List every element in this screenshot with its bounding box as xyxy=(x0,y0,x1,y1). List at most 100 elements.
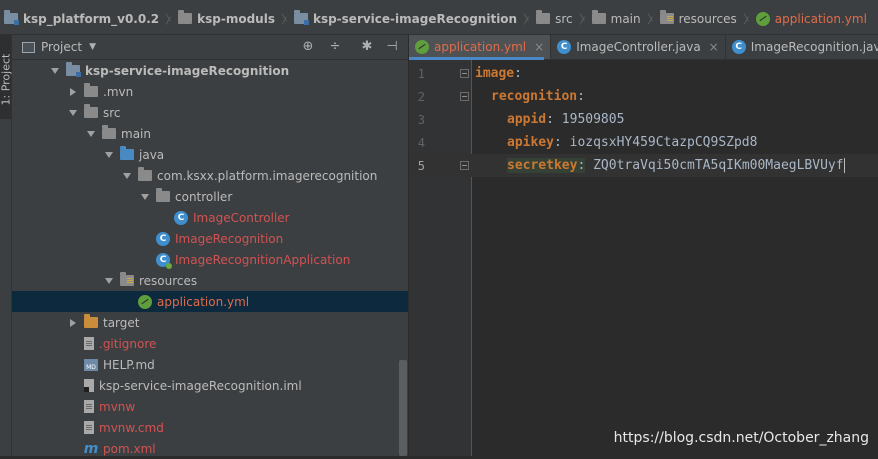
expand-arrow-icon[interactable] xyxy=(86,129,96,139)
tree-node[interactable]: ksp-service-imageRecognition.iml xyxy=(12,375,408,396)
yaml-key: recognition xyxy=(491,89,578,104)
breadcrumb-item[interactable]: ksp-service-imageRecognition xyxy=(292,3,521,34)
editor-tab[interactable]: application.yml × xyxy=(409,35,552,59)
editor-tab-label: application.yml xyxy=(434,40,527,54)
folder-icon xyxy=(178,10,193,24)
expand-arrow-icon[interactable] xyxy=(104,150,114,160)
breadcrumb-item[interactable]: application.yml xyxy=(754,3,871,34)
tree-node[interactable]: mvnw xyxy=(12,396,408,417)
code-text: appid: 19509805 xyxy=(507,112,624,127)
spring-yml-icon xyxy=(138,294,152,309)
tree-node-label: ImageController xyxy=(193,210,290,225)
editor-tab[interactable]: C ImageRecognition.java xyxy=(726,35,878,59)
tree-node[interactable]: application.yml xyxy=(12,291,408,312)
expand-arrow-icon[interactable] xyxy=(104,276,114,286)
breadcrumb-item[interactable]: main xyxy=(590,3,645,34)
tree-node-label: controller xyxy=(175,189,233,204)
project-icon xyxy=(22,41,35,53)
tree-node-label: application.yml xyxy=(157,294,250,309)
fold-marker-icon[interactable] xyxy=(460,69,469,78)
project-tool-tab-label: 1: Project xyxy=(0,53,13,106)
close-icon[interactable]: × xyxy=(709,40,719,54)
tree-node[interactable]: ksp-service-imageRecognition xyxy=(12,60,408,81)
tree-node[interactable]: com.ksxx.platform.imagerecognition xyxy=(12,165,408,186)
breadcrumb-item[interactable]: resources xyxy=(658,3,741,34)
breadcrumb-label: ksp-moduls xyxy=(197,11,275,26)
breadcrumb-separator-icon xyxy=(743,3,752,34)
source-folder-icon xyxy=(120,146,134,160)
tree-node[interactable]: java xyxy=(12,144,408,165)
expand-arrow-icon[interactable] xyxy=(50,66,60,76)
tree-node[interactable]: main xyxy=(12,123,408,144)
line-number: 2 xyxy=(417,89,425,104)
yaml-separator: : xyxy=(514,66,522,81)
breadcrumb-item[interactable]: src xyxy=(534,3,577,34)
chevron-down-icon: ▼ xyxy=(89,42,96,52)
text-caret xyxy=(843,158,845,173)
code-text: recognition: xyxy=(491,89,585,104)
breadcrumb-item[interactable]: ksp-moduls xyxy=(176,3,279,34)
folder-icon xyxy=(536,10,551,24)
tree-node-label: ksp-service-imageRecognition.iml xyxy=(99,378,302,393)
folder-icon xyxy=(591,10,606,24)
module-folder-icon xyxy=(293,10,309,25)
tree-node[interactable]: .gitignore xyxy=(12,333,408,354)
class-icon: C xyxy=(731,40,746,54)
code-line: 3 appid: 19509805 xyxy=(409,108,878,131)
tree-node-label: main xyxy=(121,126,151,141)
expand-arrow-icon[interactable] xyxy=(122,171,132,181)
project-tool-tab[interactable]: 1: Project xyxy=(0,35,13,119)
project-panel: Project ▼ ⊕ ÷ ✱ ⊣ ksp-service-imageRecog… xyxy=(12,35,408,457)
line-number: 1 xyxy=(417,66,425,81)
breadcrumb-separator-icon xyxy=(647,3,656,34)
collapse-icon[interactable]: ÷ xyxy=(327,39,343,55)
tree-node-label: java xyxy=(139,147,165,162)
expand-arrow-icon[interactable] xyxy=(140,192,150,202)
line-number: 4 xyxy=(417,135,425,150)
project-panel-title: Project xyxy=(41,40,83,54)
editor-tab[interactable]: C ImageController.java × xyxy=(551,35,726,59)
collapsed-arrow-icon[interactable] xyxy=(68,87,78,97)
tree-node-label: ImageRecognitionApplication xyxy=(175,252,351,267)
folder-icon xyxy=(84,83,98,97)
tree-node[interactable]: C ImageRecognitionApplication xyxy=(12,249,408,270)
breadcrumb-separator-icon xyxy=(281,3,290,34)
package-icon xyxy=(138,167,152,181)
tree-node[interactable]: controller xyxy=(12,186,408,207)
fold-marker-icon[interactable] xyxy=(460,92,469,101)
tree-node[interactable]: mvnw.cmd xyxy=(12,417,408,438)
tree-node[interactable]: resources xyxy=(12,270,408,291)
tree-node[interactable]: C ImageController xyxy=(12,207,408,228)
tree-node-label: ksp-service-imageRecognition xyxy=(85,63,290,78)
tree-node[interactable]: target xyxy=(12,312,408,333)
yaml-value: ZQ0traVqi50cmTA5qIKm00MaegLBVUyf xyxy=(585,158,844,173)
gear-icon[interactable]: ✱ xyxy=(359,39,375,55)
tool-window-strip: 1: Project xyxy=(0,35,13,456)
locate-icon[interactable]: ⊕ xyxy=(300,39,316,55)
breadcrumb-separator-icon xyxy=(579,3,588,34)
tree-node-label: mvnw.cmd xyxy=(99,420,164,435)
class-icon: C xyxy=(174,210,188,225)
expand-arrow-icon[interactable] xyxy=(68,108,78,118)
scrollbar[interactable] xyxy=(399,360,407,456)
code-text: secretkey: ZQ0traVqi50cmTA5qIKm00MaegLBV… xyxy=(507,158,845,173)
tree-node[interactable]: src xyxy=(12,102,408,123)
yaml-key: appid xyxy=(507,112,547,127)
tree-node[interactable]: .mvn xyxy=(12,81,408,102)
tree-node-label: target xyxy=(103,315,140,330)
editor-tab-label: ImageController.java xyxy=(576,40,701,54)
breadcrumb-separator-icon xyxy=(165,3,174,34)
hide-icon[interactable]: ⊣ xyxy=(384,39,400,55)
fold-marker-icon[interactable] xyxy=(460,161,469,170)
code-editor[interactable]: 1 image: 2 recognition: 3 appid: 19509805 4 api… xyxy=(409,60,878,456)
editor-tab-label: ImageRecognition.java xyxy=(750,40,878,54)
close-icon[interactable]: × xyxy=(534,40,544,54)
collapsed-arrow-icon[interactable] xyxy=(68,318,78,328)
code-line: 1 image: xyxy=(409,62,878,85)
project-view-selector[interactable]: Project ▼ xyxy=(22,40,96,54)
tree-node[interactable]: C ImageRecognition xyxy=(12,228,408,249)
iml-file-icon xyxy=(84,379,94,392)
tree-node[interactable]: MD HELP.md xyxy=(12,354,408,375)
project-panel-header: Project ▼ ⊕ ÷ ✱ ⊣ xyxy=(12,35,408,60)
breadcrumb-item[interactable]: ksp_platform_v0.0.2 xyxy=(0,3,163,34)
